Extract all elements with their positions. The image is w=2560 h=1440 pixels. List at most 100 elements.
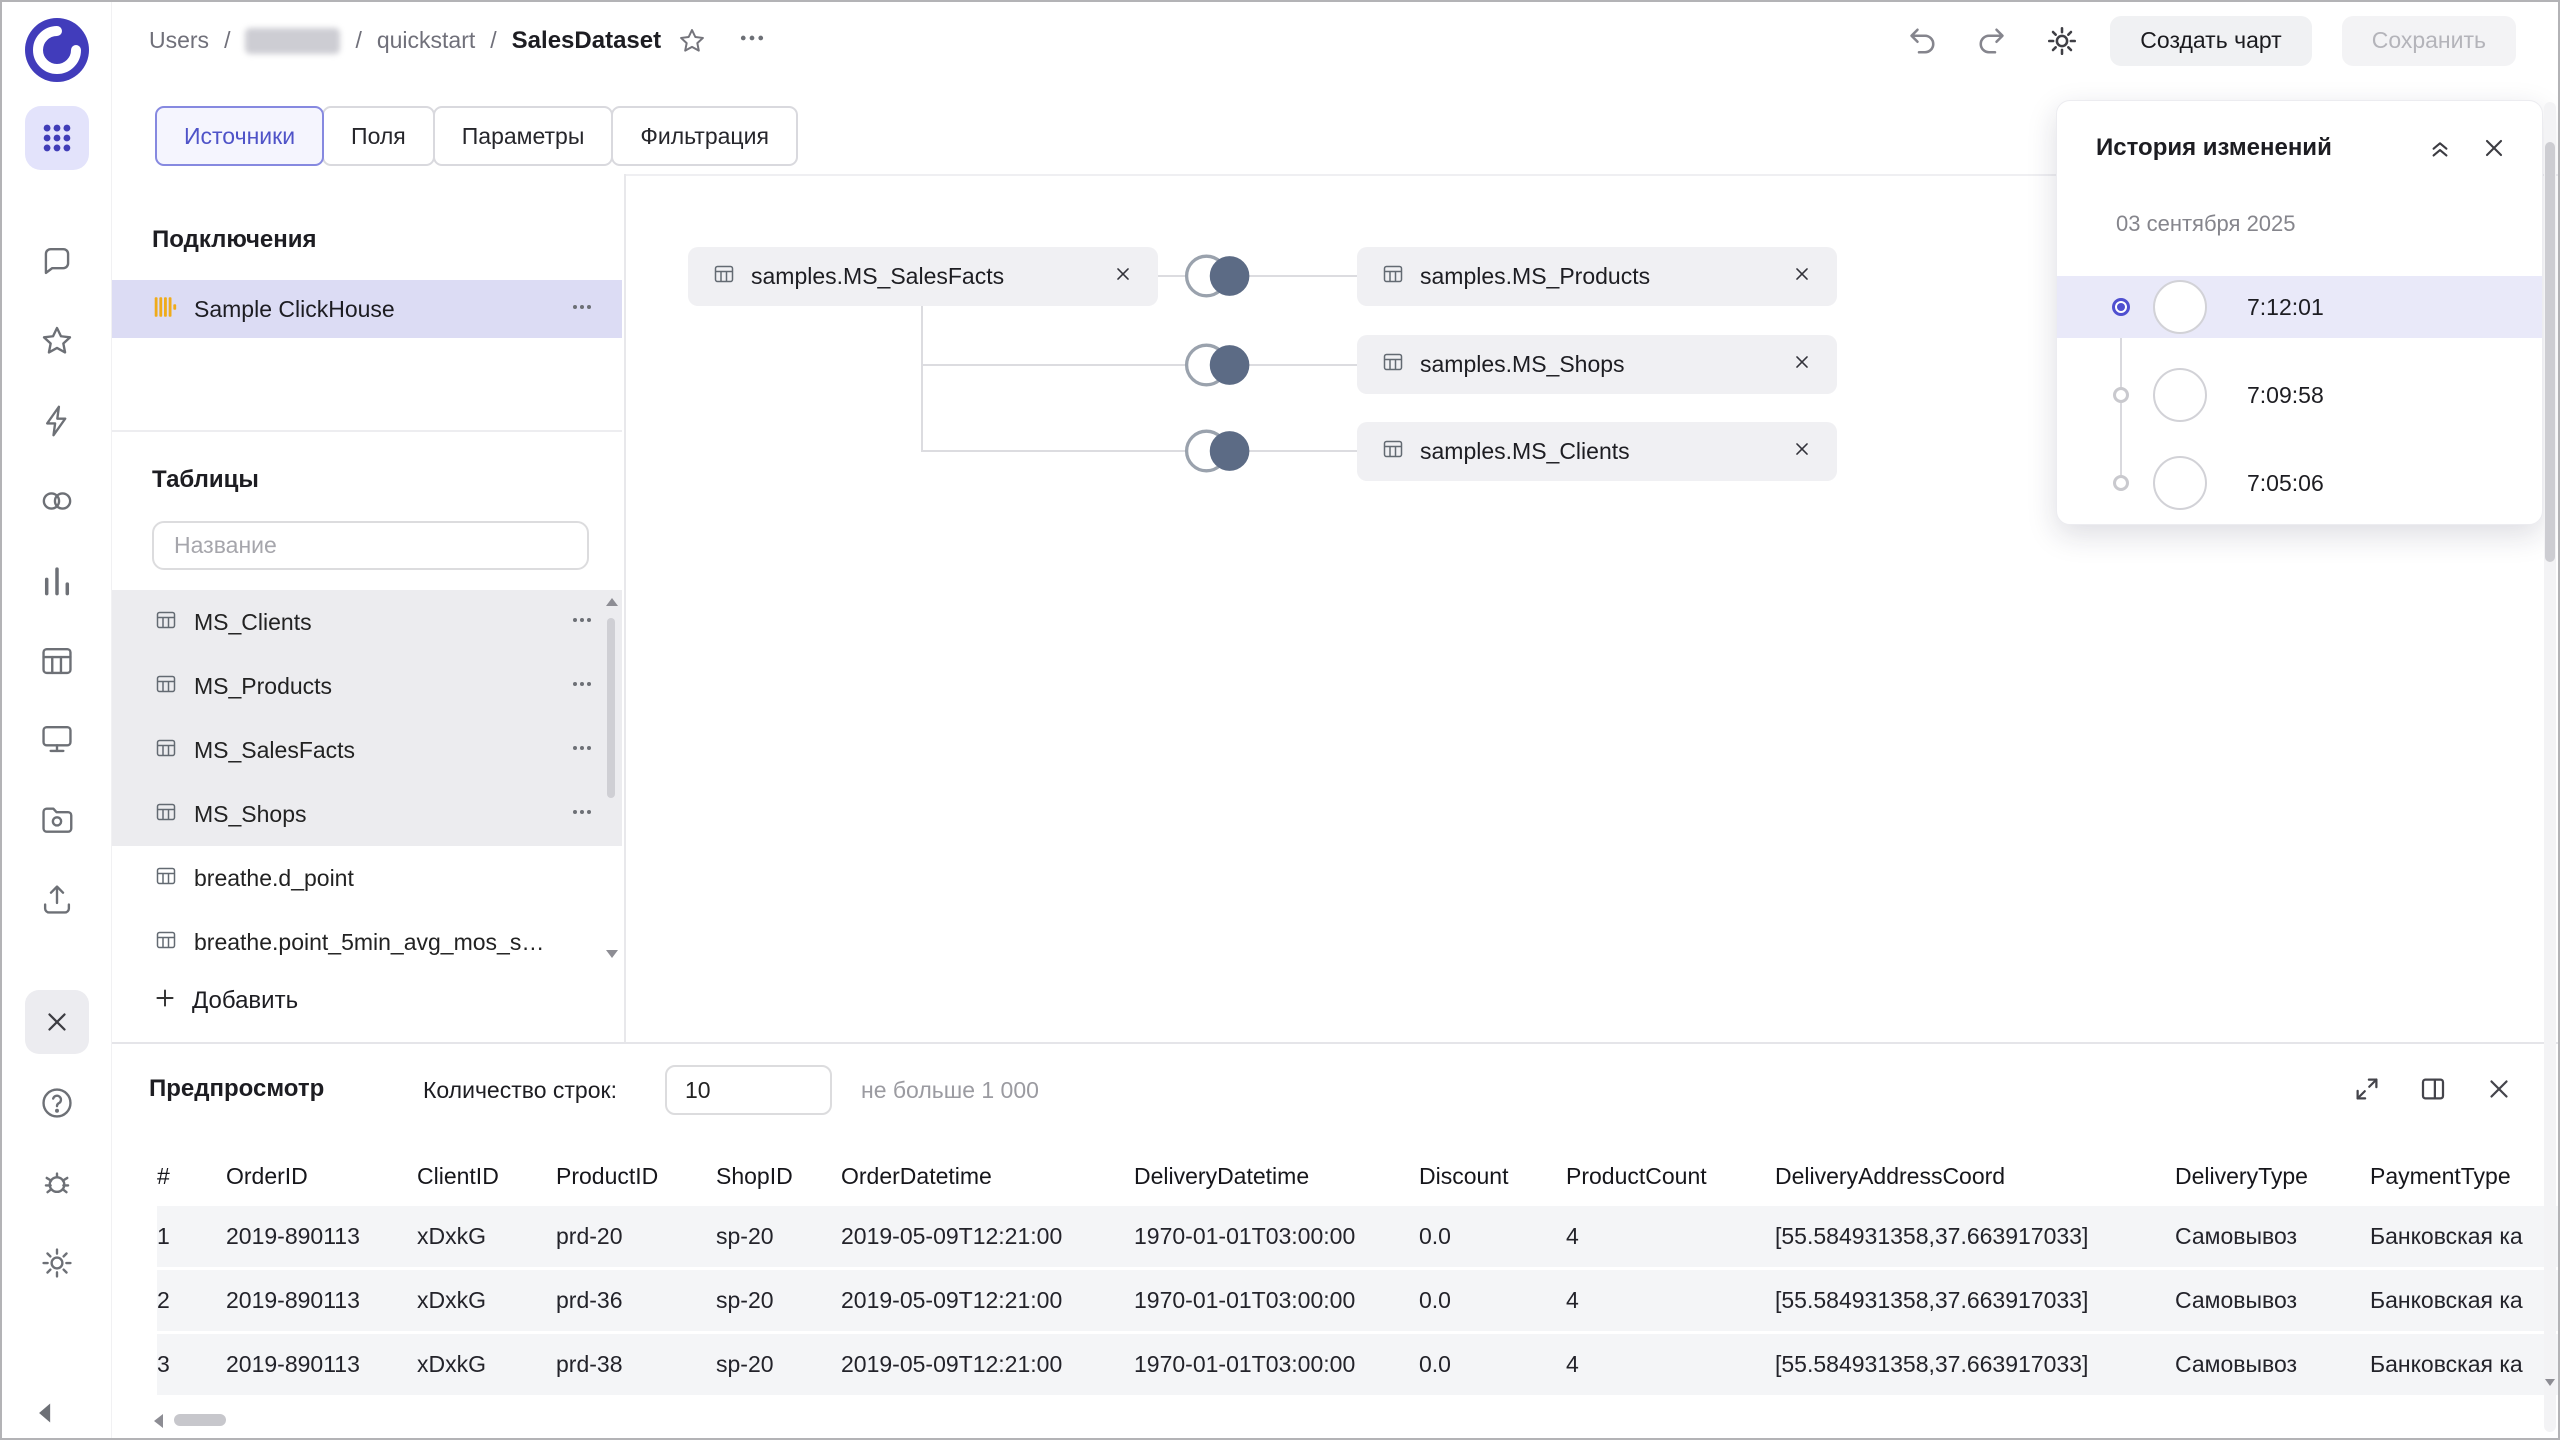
bug-report-icon[interactable] [38, 1164, 76, 1202]
table-node-products[interactable]: samples.MS_Products [1357, 247, 1837, 306]
join-type-icon[interactable] [1180, 340, 1256, 390]
table-list-item[interactable]: MS_Clients [112, 590, 622, 654]
breadcrumb-dataset-name: SalesDataset [512, 27, 661, 55]
table-node-shops[interactable]: samples.MS_Shops [1357, 335, 1837, 394]
avatar [2153, 280, 2207, 334]
table-more-icon[interactable] [570, 672, 594, 701]
close-panel-button[interactable] [25, 990, 89, 1054]
sources-panel: Подключения Sample ClickHouse Таблицы MS… [112, 174, 626, 1042]
scrollbar-thumb[interactable] [174, 1414, 226, 1426]
connection-item-sample-clickhouse[interactable]: Sample ClickHouse [112, 280, 622, 338]
charts-icon[interactable] [38, 562, 76, 600]
history-entry[interactable]: 7:12:01 [2057, 276, 2542, 338]
table-list-item[interactable]: breathe.d_point [112, 846, 622, 910]
favorites-star-icon[interactable] [38, 322, 76, 360]
row-count-input[interactable] [665, 1065, 832, 1115]
help-icon[interactable] [38, 1084, 76, 1122]
preview-horizontal-scrollbar[interactable] [112, 1412, 2538, 1428]
table-icon [154, 800, 178, 829]
breadcrumb-users[interactable]: Users [149, 27, 209, 54]
tables-list: MS_Clients MS_Products MS_SalesFacts MS_… [112, 590, 622, 974]
history-radio-selected[interactable] [2112, 298, 2130, 316]
history-entry[interactable]: 7:09:58 [2057, 364, 2542, 426]
history-radio[interactable] [2113, 475, 2129, 491]
plus-icon [152, 985, 178, 1018]
tables-list-scrollbar[interactable] [604, 598, 618, 958]
tab-filtering[interactable]: Фильтрация [611, 106, 798, 166]
scroll-left-arrow[interactable] [154, 1414, 163, 1428]
more-actions-icon[interactable] [737, 23, 767, 59]
scroll-down-arrow[interactable] [606, 950, 618, 958]
breadcrumb: Users / / quickstart / SalesDataset [149, 2, 767, 79]
table-more-icon[interactable] [570, 736, 594, 765]
collapse-history-icon[interactable] [2426, 134, 2454, 167]
table-search-input[interactable] [152, 521, 589, 570]
table-list-item[interactable]: breathe.point_5min_avg_mos_s… [112, 910, 622, 974]
close-preview-icon[interactable] [2484, 1074, 2514, 1109]
redo-icon[interactable] [1974, 23, 2010, 59]
split-view-icon[interactable] [2418, 1074, 2448, 1109]
remove-table-icon[interactable] [1791, 263, 1813, 290]
top-bar: Users / / quickstart / SalesDataset Созд… [112, 2, 2558, 79]
create-chart-button[interactable]: Создать чарт [2110, 16, 2311, 66]
collections-icon[interactable] [38, 242, 76, 280]
app-switcher-button[interactable] [25, 106, 89, 170]
scrollbar-thumb[interactable] [607, 618, 615, 798]
table-node-clients[interactable]: samples.MS_Clients [1357, 422, 1837, 481]
page-vertical-scrollbar[interactable] [2544, 102, 2556, 1432]
expand-preview-icon[interactable] [2352, 1074, 2382, 1109]
datalens-logo[interactable] [25, 18, 89, 82]
preview-panel: Предпросмотр Количество строк: не больше… [112, 1042, 2558, 1440]
history-panel: История изменений 03 сентября 2025 7:12:… [2056, 100, 2543, 525]
table-more-icon[interactable] [570, 608, 594, 637]
row-count-label: Количество строк: [423, 1077, 617, 1104]
settings-gear-icon[interactable] [38, 1244, 76, 1282]
table-node-salesfacts[interactable]: samples.MS_SalesFacts [688, 247, 1158, 306]
connection-more-icon[interactable] [570, 295, 594, 324]
favorite-star-icon[interactable] [676, 19, 708, 63]
table-list-item[interactable]: MS_Shops [112, 782, 622, 846]
upload-icon[interactable] [38, 880, 76, 918]
history-time: 7:05:06 [2247, 470, 2324, 497]
connections-lightning-icon[interactable] [38, 402, 76, 440]
join-type-icon[interactable] [1180, 426, 1256, 476]
gallery-folder-icon[interactable] [38, 800, 76, 838]
table-list-item[interactable]: MS_SalesFacts [112, 718, 622, 782]
tab-fields[interactable]: Поля [322, 106, 435, 166]
join-line [921, 364, 1357, 366]
avatar [2153, 368, 2207, 422]
breadcrumb-separator: / [355, 27, 361, 54]
remove-table-icon[interactable] [1791, 351, 1813, 378]
column-header: Discount [1419, 1147, 1566, 1206]
column-header: ProductCount [1566, 1147, 1775, 1206]
connection-name: Sample ClickHouse [194, 296, 570, 323]
table-icon [154, 864, 178, 893]
table-list-item[interactable]: MS_Products [112, 654, 622, 718]
preview-table: # OrderID ClientID ProductID ShopID Orde… [157, 1147, 2558, 1398]
tab-parameters[interactable]: Параметры [433, 106, 614, 166]
save-button[interactable]: Сохранить [2342, 16, 2516, 66]
column-header: PaymentType [2370, 1147, 2558, 1206]
grid-dots-icon [40, 121, 74, 155]
dashboards-monitor-icon[interactable] [38, 720, 76, 758]
datasets-rings-icon[interactable] [38, 482, 76, 520]
tab-sources[interactable]: Источники [155, 106, 324, 166]
undo-icon[interactable] [1904, 23, 1940, 59]
scrollbar-thumb[interactable] [2545, 142, 2555, 562]
tables-icon[interactable] [38, 642, 76, 680]
history-entry[interactable]: 7:05:06 [2057, 452, 2542, 514]
join-type-icon[interactable] [1180, 251, 1256, 301]
add-table-button[interactable]: Добавить [152, 974, 298, 1028]
scroll-up-arrow[interactable] [606, 598, 618, 606]
table-more-icon[interactable] [570, 800, 594, 829]
remove-table-icon[interactable] [1112, 263, 1134, 290]
scroll-down-arrow[interactable] [2545, 1379, 2555, 1386]
table-icon [154, 672, 178, 701]
remove-table-icon[interactable] [1791, 438, 1813, 465]
collapse-sidebar-icon[interactable] [28, 1394, 66, 1432]
breadcrumb-quickstart[interactable]: quickstart [377, 27, 475, 54]
close-history-icon[interactable] [2480, 134, 2508, 167]
breadcrumb-hidden-item[interactable] [245, 28, 340, 54]
dataset-settings-gear-icon[interactable] [2044, 23, 2080, 59]
history-radio[interactable] [2113, 387, 2129, 403]
